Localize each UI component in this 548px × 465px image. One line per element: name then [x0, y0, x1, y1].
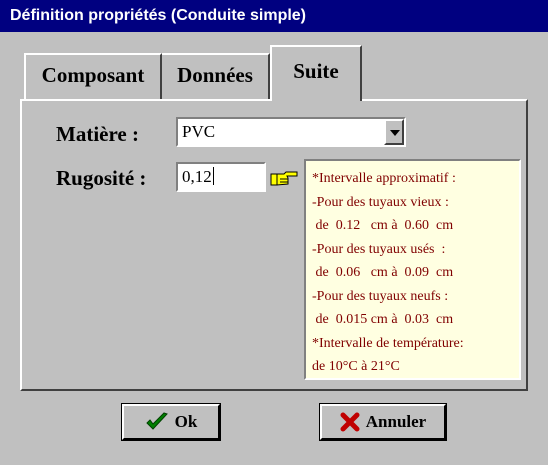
matiere-select[interactable]: PVC [176, 117, 406, 147]
ok-button[interactable]: Ok [121, 403, 221, 441]
tab-composant[interactable]: Composant [24, 53, 162, 99]
tab-donnees[interactable]: Données [162, 53, 270, 99]
chevron-down-icon[interactable] [384, 119, 404, 145]
title-bar: Définition propriétés (Conduite simple) [0, 0, 548, 32]
info-line: *Intervalle de température: [312, 335, 464, 351]
roughness-info-box: *Intervalle approximatif : -Pour des tuy… [304, 159, 521, 380]
ok-label: Ok [174, 412, 198, 431]
text-caret [212, 167, 214, 185]
info-line: -Pour des tuyaux vieux : [312, 194, 449, 210]
tab-label: Données [177, 63, 253, 87]
cancel-button[interactable]: Annuler [319, 403, 447, 441]
cancel-label: Annuler [365, 412, 427, 431]
tab-label: Suite [293, 59, 339, 83]
matiere-label: Matière : [56, 122, 139, 146]
info-line: *Intervalle approximatif : [312, 171, 456, 186]
red-x-icon [340, 412, 360, 432]
info-line: de 0.015 cm à 0.03 cm [312, 312, 454, 327]
matiere-value: PVC [182, 122, 216, 141]
rugosite-value: 0,12 [182, 167, 212, 186]
tab-label: Composant [41, 63, 145, 87]
pointing-hand-icon [270, 171, 298, 186]
rugosite-label: Rugosité : [56, 166, 147, 190]
info-line: -Pour des tuyaux usés : [312, 241, 446, 257]
info-line: de 0.12 cm à 0.60 cm [312, 218, 454, 233]
rugosite-input[interactable]: 0,12 [176, 162, 266, 192]
info-line: de 10°C à 21°C [312, 359, 400, 374]
info-line: -Pour des tuyaux neufs : [312, 288, 449, 304]
tab-suite[interactable]: Suite [270, 45, 362, 101]
info-line: de 0.06 cm à 0.09 cm [312, 265, 454, 280]
window-title: Définition propriétés (Conduite simple) [10, 7, 307, 24]
dialog-window: Définition propriétés (Conduite simple) … [0, 0, 548, 465]
checkmark-icon [145, 412, 168, 430]
